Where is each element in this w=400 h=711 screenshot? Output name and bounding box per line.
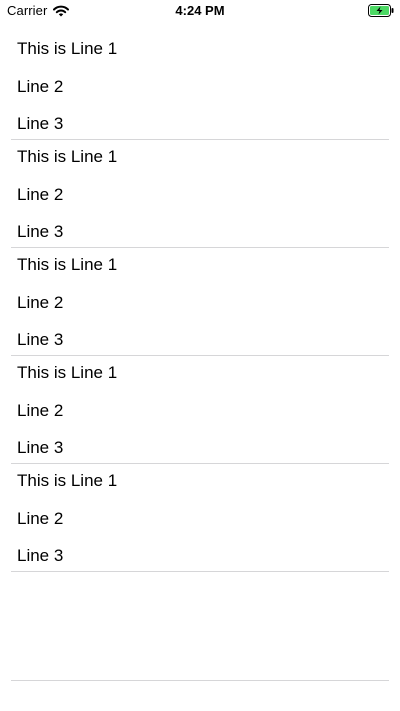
table-row[interactable]: This is Line 1 Line 2 Line 3: [0, 464, 400, 572]
footer-separator: [11, 680, 389, 681]
table-row[interactable]: This is Line 1 Line 2 Line 3: [0, 248, 400, 356]
cell-line-2: Line 2: [17, 293, 64, 312]
status-bar: Carrier 4:24 PM: [0, 0, 400, 22]
cell-line-3: Line 3: [17, 438, 64, 457]
cell-line-1: This is Line 1: [17, 147, 118, 166]
table-row[interactable]: This is Line 1 Line 2 Line 3: [0, 140, 400, 248]
cell-separator: [11, 571, 389, 572]
table-row[interactable]: This is Line 1 Line 2 Line 3: [0, 32, 400, 140]
cell-line-3: Line 3: [17, 546, 64, 565]
cell-line-1: This is Line 1: [17, 255, 118, 274]
cell-line-2: Line 2: [17, 509, 64, 528]
cell-line-1: This is Line 1: [17, 363, 118, 382]
cell-line-2: Line 2: [17, 401, 64, 420]
table-view[interactable]: This is Line 1 Line 2 Line 3 This is Lin…: [0, 32, 400, 572]
cell-line-1: This is Line 1: [17, 39, 118, 58]
table-row[interactable]: This is Line 1 Line 2 Line 3: [0, 356, 400, 464]
cell-line-3: Line 3: [17, 330, 64, 349]
cell-line-3: Line 3: [17, 222, 64, 241]
cell-line-1: This is Line 1: [17, 471, 118, 490]
cell-line-3: Line 3: [17, 114, 64, 133]
battery-charging-icon: [368, 4, 394, 17]
cell-line-2: Line 2: [17, 77, 64, 96]
status-time: 4:24 PM: [175, 3, 225, 18]
cell-line-2: Line 2: [17, 185, 64, 204]
